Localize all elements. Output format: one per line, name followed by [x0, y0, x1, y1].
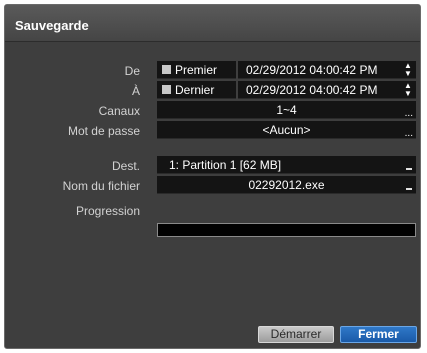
dialog-title: Sauvegarde	[15, 18, 89, 33]
to-datetime-value: 02/29/2012 04:00:42 PM	[246, 83, 378, 97]
from-datetime-spinner-icon[interactable]: ▲ ▼	[404, 61, 412, 78]
from-datetime-field[interactable]: 02/29/2012 04:00:42 PM ▲ ▼	[238, 61, 416, 79]
spin-down-icon[interactable]: ▼	[404, 90, 412, 98]
from-datetime-value: 02/29/2012 04:00:42 PM	[246, 63, 378, 77]
progress-label: Progression	[75, 204, 140, 218]
to-label: À	[131, 84, 140, 98]
filename-field[interactable]: 02292012.exe	[157, 176, 416, 194]
last-option-label: Dernier	[175, 83, 215, 97]
first-option-label: Premier	[175, 63, 218, 77]
password-more-icon[interactable]: ...	[405, 128, 413, 139]
filename-label: Nom du fichier	[62, 179, 140, 193]
password-field[interactable]: <Aucun> ...	[157, 121, 416, 139]
close-button[interactable]: Fermer	[340, 326, 417, 343]
channels-field[interactable]: 1~4 ...	[157, 101, 416, 119]
filename-value: 02292012.exe	[248, 178, 325, 192]
filename-edit-icon[interactable]	[406, 188, 412, 190]
last-option[interactable]: Dernier	[157, 81, 236, 99]
to-datetime-spinner-icon[interactable]: ▲ ▼	[404, 81, 412, 98]
first-option[interactable]: Premier	[157, 61, 236, 79]
to-datetime-field[interactable]: 02/29/2012 04:00:42 PM ▲ ▼	[238, 81, 416, 99]
destination-label: Dest.	[111, 159, 140, 173]
destination-value: 1: Partition 1 [62 MB]	[169, 158, 282, 172]
password-label: Mot de passe	[67, 124, 140, 138]
dropdown-icon[interactable]	[406, 168, 412, 170]
channels-more-icon[interactable]: ...	[405, 108, 413, 119]
dialog-titlebar: Sauvegarde	[5, 5, 420, 42]
start-button[interactable]: Démarrer	[258, 326, 334, 343]
channels-label: Canaux	[98, 104, 140, 118]
destination-dropdown[interactable]: 1: Partition 1 [62 MB]	[157, 156, 416, 174]
password-value: <Aucun>	[262, 123, 311, 137]
channels-value: 1~4	[276, 103, 297, 117]
spin-down-icon[interactable]: ▼	[404, 70, 412, 78]
progress-bar	[157, 223, 416, 237]
from-label: De	[124, 64, 140, 78]
first-checkbox[interactable]	[162, 65, 171, 74]
backup-dialog: Sauvegarde De Premier 02/29/2012 04:00:4…	[4, 4, 421, 349]
last-checkbox[interactable]	[162, 85, 171, 94]
